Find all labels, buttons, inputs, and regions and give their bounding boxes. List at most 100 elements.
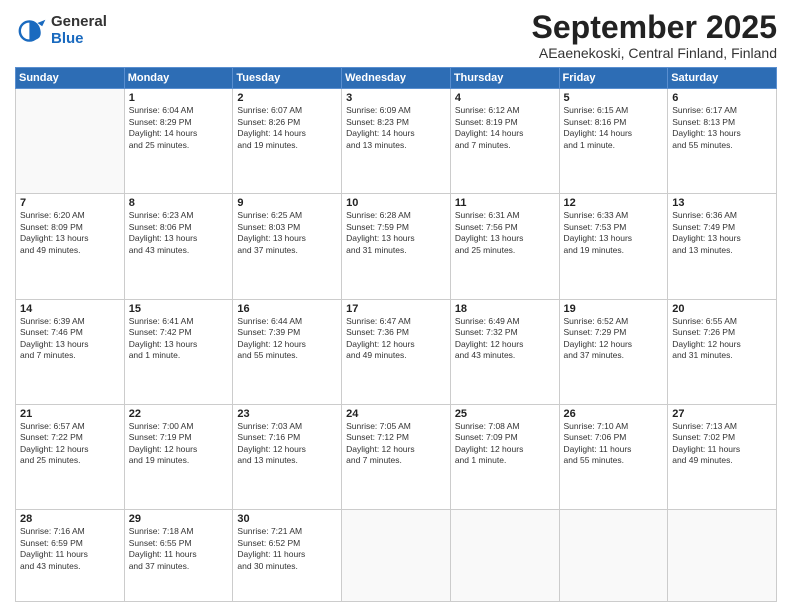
calendar-cell	[342, 510, 451, 602]
calendar-cell: 15Sunrise: 6:41 AM Sunset: 7:42 PM Dayli…	[124, 299, 233, 404]
day-info: Sunrise: 6:52 AM Sunset: 7:29 PM Dayligh…	[564, 316, 664, 362]
day-info: Sunrise: 6:17 AM Sunset: 8:13 PM Dayligh…	[672, 105, 772, 151]
calendar-header-friday: Friday	[559, 68, 668, 89]
day-number: 3	[346, 92, 446, 104]
calendar-cell: 11Sunrise: 6:31 AM Sunset: 7:56 PM Dayli…	[450, 194, 559, 299]
day-number: 27	[672, 408, 772, 420]
day-number: 7	[20, 197, 120, 209]
day-info: Sunrise: 7:00 AM Sunset: 7:19 PM Dayligh…	[129, 421, 229, 467]
day-number: 18	[455, 303, 555, 315]
calendar-cell: 26Sunrise: 7:10 AM Sunset: 7:06 PM Dayli…	[559, 404, 668, 509]
calendar-cell: 10Sunrise: 6:28 AM Sunset: 7:59 PM Dayli…	[342, 194, 451, 299]
day-info: Sunrise: 7:10 AM Sunset: 7:06 PM Dayligh…	[564, 421, 664, 467]
day-info: Sunrise: 7:16 AM Sunset: 6:59 PM Dayligh…	[20, 526, 120, 572]
day-number: 21	[20, 408, 120, 420]
calendar-cell: 28Sunrise: 7:16 AM Sunset: 6:59 PM Dayli…	[16, 510, 125, 602]
calendar-header-saturday: Saturday	[668, 68, 777, 89]
day-number: 26	[564, 408, 664, 420]
day-info: Sunrise: 6:33 AM Sunset: 7:53 PM Dayligh…	[564, 210, 664, 256]
day-info: Sunrise: 6:12 AM Sunset: 8:19 PM Dayligh…	[455, 105, 555, 151]
calendar-cell: 27Sunrise: 7:13 AM Sunset: 7:02 PM Dayli…	[668, 404, 777, 509]
calendar-cell: 7Sunrise: 6:20 AM Sunset: 8:09 PM Daylig…	[16, 194, 125, 299]
day-info: Sunrise: 6:55 AM Sunset: 7:26 PM Dayligh…	[672, 316, 772, 362]
day-info: Sunrise: 6:57 AM Sunset: 7:22 PM Dayligh…	[20, 421, 120, 467]
day-number: 28	[20, 513, 120, 525]
day-info: Sunrise: 6:04 AM Sunset: 8:29 PM Dayligh…	[129, 105, 229, 151]
calendar-cell	[668, 510, 777, 602]
calendar-cell: 3Sunrise: 6:09 AM Sunset: 8:23 PM Daylig…	[342, 89, 451, 194]
calendar-cell: 19Sunrise: 6:52 AM Sunset: 7:29 PM Dayli…	[559, 299, 668, 404]
day-number: 10	[346, 197, 446, 209]
calendar-cell: 22Sunrise: 7:00 AM Sunset: 7:19 PM Dayli…	[124, 404, 233, 509]
calendar-cell: 13Sunrise: 6:36 AM Sunset: 7:49 PM Dayli…	[668, 194, 777, 299]
day-info: Sunrise: 6:07 AM Sunset: 8:26 PM Dayligh…	[237, 105, 337, 151]
day-number: 4	[455, 92, 555, 104]
day-info: Sunrise: 7:13 AM Sunset: 7:02 PM Dayligh…	[672, 421, 772, 467]
calendar-cell: 25Sunrise: 7:08 AM Sunset: 7:09 PM Dayli…	[450, 404, 559, 509]
day-info: Sunrise: 6:28 AM Sunset: 7:59 PM Dayligh…	[346, 210, 446, 256]
day-info: Sunrise: 6:39 AM Sunset: 7:46 PM Dayligh…	[20, 316, 120, 362]
day-info: Sunrise: 7:05 AM Sunset: 7:12 PM Dayligh…	[346, 421, 446, 467]
calendar-cell: 24Sunrise: 7:05 AM Sunset: 7:12 PM Dayli…	[342, 404, 451, 509]
day-info: Sunrise: 6:25 AM Sunset: 8:03 PM Dayligh…	[237, 210, 337, 256]
day-info: Sunrise: 6:47 AM Sunset: 7:36 PM Dayligh…	[346, 316, 446, 362]
day-number: 30	[237, 513, 337, 525]
calendar-header-wednesday: Wednesday	[342, 68, 451, 89]
calendar-header-tuesday: Tuesday	[233, 68, 342, 89]
calendar-cell: 18Sunrise: 6:49 AM Sunset: 7:32 PM Dayli…	[450, 299, 559, 404]
day-number: 9	[237, 197, 337, 209]
calendar-cell: 6Sunrise: 6:17 AM Sunset: 8:13 PM Daylig…	[668, 89, 777, 194]
day-info: Sunrise: 7:08 AM Sunset: 7:09 PM Dayligh…	[455, 421, 555, 467]
day-info: Sunrise: 6:36 AM Sunset: 7:49 PM Dayligh…	[672, 210, 772, 256]
calendar-cell: 17Sunrise: 6:47 AM Sunset: 7:36 PM Dayli…	[342, 299, 451, 404]
day-info: Sunrise: 6:20 AM Sunset: 8:09 PM Dayligh…	[20, 210, 120, 256]
calendar-cell: 1Sunrise: 6:04 AM Sunset: 8:29 PM Daylig…	[124, 89, 233, 194]
day-info: Sunrise: 6:31 AM Sunset: 7:56 PM Dayligh…	[455, 210, 555, 256]
day-number: 23	[237, 408, 337, 420]
day-info: Sunrise: 6:44 AM Sunset: 7:39 PM Dayligh…	[237, 316, 337, 362]
day-info: Sunrise: 7:21 AM Sunset: 6:52 PM Dayligh…	[237, 526, 337, 572]
day-number: 16	[237, 303, 337, 315]
calendar-cell: 8Sunrise: 6:23 AM Sunset: 8:06 PM Daylig…	[124, 194, 233, 299]
day-number: 14	[20, 303, 120, 315]
day-number: 5	[564, 92, 664, 104]
calendar-cell: 4Sunrise: 6:12 AM Sunset: 8:19 PM Daylig…	[450, 89, 559, 194]
calendar-header-monday: Monday	[124, 68, 233, 89]
day-number: 25	[455, 408, 555, 420]
calendar-cell	[559, 510, 668, 602]
day-number: 22	[129, 408, 229, 420]
calendar-cell: 23Sunrise: 7:03 AM Sunset: 7:16 PM Dayli…	[233, 404, 342, 509]
day-number: 11	[455, 197, 555, 209]
calendar-header-sunday: Sunday	[16, 68, 125, 89]
calendar-cell: 5Sunrise: 6:15 AM Sunset: 8:16 PM Daylig…	[559, 89, 668, 194]
day-number: 17	[346, 303, 446, 315]
day-number: 20	[672, 303, 772, 315]
day-info: Sunrise: 7:18 AM Sunset: 6:55 PM Dayligh…	[129, 526, 229, 572]
day-number: 6	[672, 92, 772, 104]
logo: General Blue	[15, 14, 107, 47]
calendar-cell: 21Sunrise: 6:57 AM Sunset: 7:22 PM Dayli…	[16, 404, 125, 509]
page-subtitle: AEaenekoski, Central Finland, Finland	[532, 45, 777, 61]
calendar-cell: 30Sunrise: 7:21 AM Sunset: 6:52 PM Dayli…	[233, 510, 342, 602]
calendar-cell	[16, 89, 125, 194]
calendar-cell: 29Sunrise: 7:18 AM Sunset: 6:55 PM Dayli…	[124, 510, 233, 602]
calendar-cell: 12Sunrise: 6:33 AM Sunset: 7:53 PM Dayli…	[559, 194, 668, 299]
day-info: Sunrise: 6:23 AM Sunset: 8:06 PM Dayligh…	[129, 210, 229, 256]
day-info: Sunrise: 7:03 AM Sunset: 7:16 PM Dayligh…	[237, 421, 337, 467]
calendar-cell: 14Sunrise: 6:39 AM Sunset: 7:46 PM Dayli…	[16, 299, 125, 404]
day-number: 15	[129, 303, 229, 315]
calendar-cell	[450, 510, 559, 602]
day-number: 1	[129, 92, 229, 104]
day-info: Sunrise: 6:41 AM Sunset: 7:42 PM Dayligh…	[129, 316, 229, 362]
calendar-cell: 2Sunrise: 6:07 AM Sunset: 8:26 PM Daylig…	[233, 89, 342, 194]
calendar-cell: 9Sunrise: 6:25 AM Sunset: 8:03 PM Daylig…	[233, 194, 342, 299]
calendar-cell: 16Sunrise: 6:44 AM Sunset: 7:39 PM Dayli…	[233, 299, 342, 404]
title-block: September 2025 AEaenekoski, Central Finl…	[532, 10, 777, 61]
calendar-cell: 20Sunrise: 6:55 AM Sunset: 7:26 PM Dayli…	[668, 299, 777, 404]
calendar-table: SundayMondayTuesdayWednesdayThursdayFrid…	[15, 67, 777, 602]
day-number: 8	[129, 197, 229, 209]
day-number: 19	[564, 303, 664, 315]
day-info: Sunrise: 6:15 AM Sunset: 8:16 PM Dayligh…	[564, 105, 664, 151]
calendar-header-thursday: Thursday	[450, 68, 559, 89]
day-number: 24	[346, 408, 446, 420]
